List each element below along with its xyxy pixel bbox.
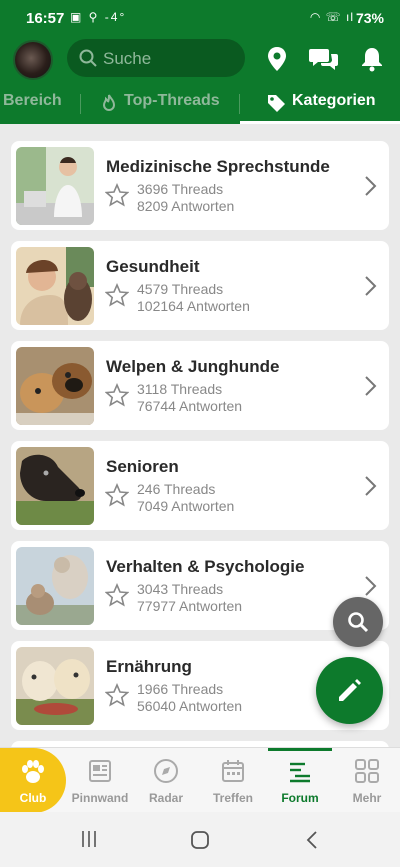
tab-divider: [239, 94, 240, 114]
category-card-medizinische-sprechstunde[interactable]: Medizinische Sprechstunde 3696 Threads 8…: [11, 141, 389, 230]
favorite-star-icon[interactable]: [105, 483, 129, 507]
nav-label: Mehr: [352, 791, 382, 805]
search-input[interactable]: Suche: [67, 39, 245, 77]
favorite-star-icon[interactable]: [105, 183, 129, 207]
category-title: Medizinische Sprechstunde: [106, 157, 330, 176]
bottom-navigation: Club Pinnwand Radar Treffen Forum Mehr: [0, 747, 400, 813]
category-title: Welpen & Junghunde: [106, 357, 280, 376]
chevron-right-icon: [365, 376, 377, 396]
nav-label: Forum: [281, 791, 319, 805]
nav-label: Pinnwand: [71, 791, 129, 805]
category-thumbnail: [16, 447, 94, 525]
thread-count: 1966 Threads: [137, 681, 224, 697]
chevron-right-icon: [365, 476, 377, 496]
nav-treffen[interactable]: Treffen: [200, 748, 266, 813]
category-thumbnail: [16, 347, 94, 425]
bell-icon[interactable]: [360, 46, 384, 72]
nav-pinnwand[interactable]: Pinnwand: [67, 748, 133, 813]
answer-count: 8209 Antworten: [137, 198, 235, 214]
favorite-star-icon[interactable]: [105, 683, 129, 707]
nav-label: Treffen: [212, 791, 253, 805]
back-icon[interactable]: [305, 830, 319, 850]
chevron-right-icon: [365, 276, 377, 296]
category-title: Ernährung: [106, 657, 192, 676]
thread-count: 3696 Threads: [137, 181, 224, 197]
category-title: Verhalten & Psychologie: [106, 557, 305, 576]
chevron-right-icon: [365, 576, 377, 596]
nav-label: Radar: [148, 791, 183, 805]
category-thumbnail: [16, 147, 94, 225]
category-thumbnail: [16, 247, 94, 325]
tab-bereich[interactable]: Bereich: [3, 92, 62, 110]
thread-count: 246 Threads: [137, 481, 216, 497]
category-list: Medizinische Sprechstunde 3696 Threads 8…: [0, 124, 400, 747]
category-card-verhalten-psychologie[interactable]: Verhalten & Psychologie 3043 Threads 779…: [11, 541, 389, 630]
forum-icon: [290, 762, 310, 783]
nav-label: Club: [19, 791, 47, 805]
status-signal-icons: ◠ ☏ ıl: [309, 10, 354, 24]
category-thumbnail: [16, 647, 94, 725]
category-title: Senioren: [106, 457, 179, 476]
newspaper-icon: [89, 760, 111, 782]
favorite-star-icon[interactable]: [105, 583, 129, 607]
category-card-senioren[interactable]: Senioren 246 Threads 7049 Antworten: [11, 441, 389, 530]
tag-icon: [268, 95, 285, 112]
search-icon: [79, 49, 97, 67]
flame-icon: [102, 94, 116, 111]
status-notification-icons: ▣ ⚲ -4°: [70, 10, 127, 24]
nav-club[interactable]: Club: [0, 748, 66, 813]
answer-count: 56040 Antworten: [137, 698, 243, 714]
answer-count: 76744 Antworten: [137, 398, 243, 414]
tab-kategorien[interactable]: Kategorien: [292, 92, 376, 110]
recent-apps-icon[interactable]: [80, 830, 98, 848]
new-thread-button[interactable]: [316, 657, 383, 724]
chat-bubbles-icon[interactable]: [309, 46, 339, 72]
favorite-star-icon[interactable]: [105, 283, 129, 307]
answer-count: 7049 Antworten: [137, 498, 235, 514]
search-placeholder: Suche: [103, 49, 152, 68]
search-icon: [348, 612, 369, 633]
system-navigation-bar: [0, 812, 400, 867]
forum-tabs: Bereich Top-Threads Kategorien: [0, 84, 400, 124]
thread-count: 3118 Threads: [137, 381, 223, 397]
favorite-star-icon[interactable]: [105, 383, 129, 407]
answer-count: 77977 Antworten: [137, 598, 243, 614]
tab-divider: [80, 94, 81, 114]
status-bar: 16:57 ▣ ⚲ -4° ◠ ☏ ıl 73%: [0, 0, 400, 36]
pencil-icon: [339, 679, 361, 701]
nav-forum[interactable]: Forum: [267, 748, 333, 813]
avatar[interactable]: [13, 40, 53, 80]
app-header: Suche: [0, 36, 400, 84]
calendar-icon: [222, 760, 244, 782]
chevron-right-icon: [365, 176, 377, 196]
battery-level: 73%: [355, 10, 384, 26]
category-card-gesundheit[interactable]: Gesundheit 4579 Threads 102164 Antworten: [11, 241, 389, 330]
compass-icon: [154, 759, 178, 783]
thread-count: 4579 Threads: [137, 281, 224, 297]
status-time: 16:57: [26, 10, 65, 27]
search-fab-button[interactable]: [333, 597, 383, 647]
tab-top-threads[interactable]: Top-Threads: [124, 92, 220, 110]
nav-radar[interactable]: Radar: [133, 748, 199, 813]
answer-count: 102164 Antworten: [137, 298, 250, 314]
grid-icon: [355, 759, 379, 783]
home-icon[interactable]: [190, 830, 210, 850]
category-title: Gesundheit: [106, 257, 200, 276]
category-thumbnail: [16, 547, 94, 625]
thread-count: 3043 Threads: [137, 581, 224, 597]
location-pin-icon[interactable]: [266, 46, 288, 72]
category-card-welpen-junghunde[interactable]: Welpen & Junghunde 3118 Threads 76744 An…: [11, 341, 389, 430]
nav-mehr[interactable]: Mehr: [334, 748, 400, 813]
paw-icon: [22, 760, 44, 783]
